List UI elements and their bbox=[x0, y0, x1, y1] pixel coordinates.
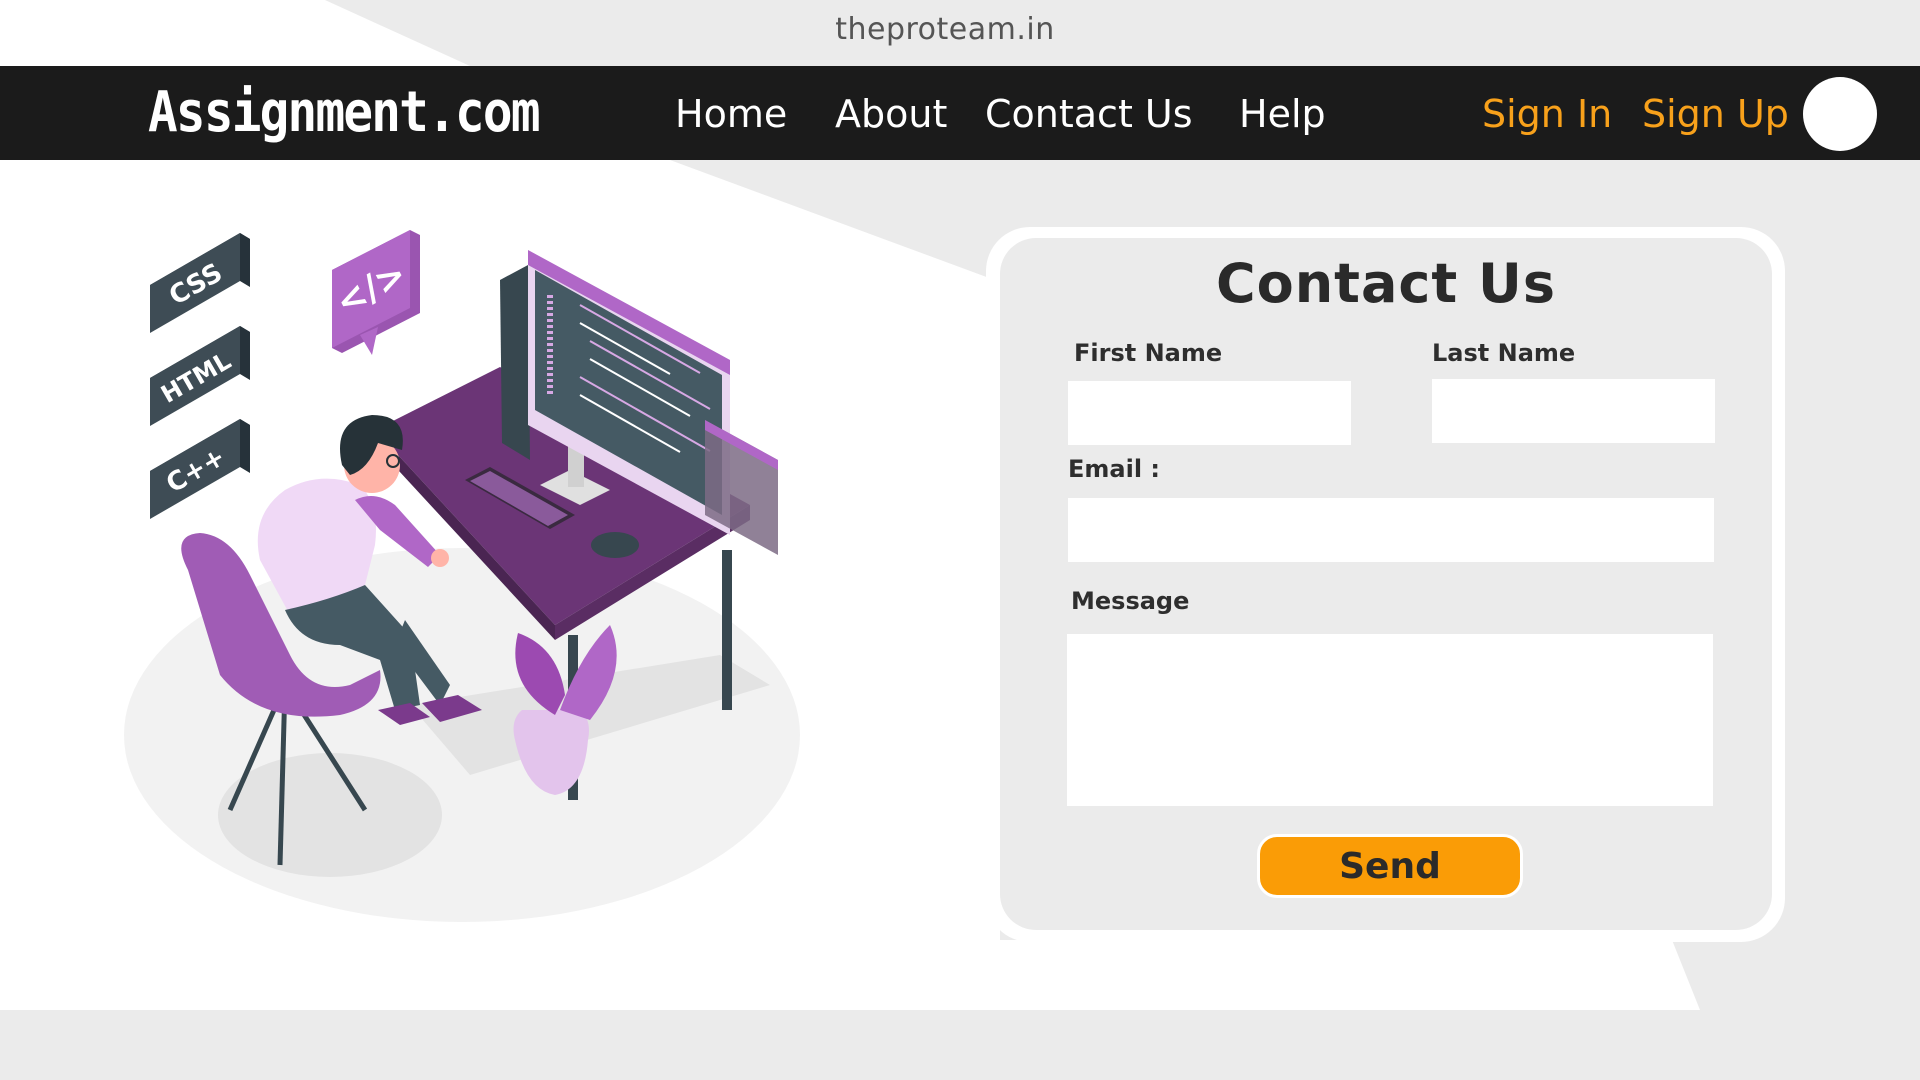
mouse bbox=[591, 532, 639, 558]
chair-shadow bbox=[218, 753, 442, 877]
watermark-text: theproteam.in bbox=[835, 12, 1055, 47]
navbar: Assignment.com Home About Contact Us Hel… bbox=[0, 66, 1920, 160]
contact-form: Contact Us First Name Last Name Email : … bbox=[1000, 238, 1772, 930]
nav-link-home[interactable]: Home bbox=[675, 92, 787, 136]
first-name-input[interactable] bbox=[1068, 381, 1351, 445]
html-badge: HTML bbox=[150, 326, 250, 426]
desk-leg bbox=[722, 550, 732, 710]
sign-in-link[interactable]: Sign In bbox=[1482, 92, 1612, 136]
monitor-bezel bbox=[500, 265, 530, 460]
email-label: Email : bbox=[1068, 455, 1161, 483]
email-input[interactable] bbox=[1068, 498, 1714, 562]
developer-illustration: CSS HTML C++ </> bbox=[124, 230, 800, 922]
first-name-label: First Name bbox=[1074, 339, 1223, 367]
avatar[interactable] bbox=[1803, 77, 1877, 151]
last-name-label: Last Name bbox=[1432, 339, 1576, 367]
send-button[interactable]: Send bbox=[1257, 834, 1523, 898]
nav-link-contact-us[interactable]: Contact Us bbox=[985, 92, 1193, 136]
code-bubble-icon: </> bbox=[329, 230, 420, 355]
person-hand bbox=[431, 549, 449, 567]
nav-link-about[interactable]: About bbox=[835, 92, 947, 136]
css-badge: CSS bbox=[150, 233, 250, 333]
nav-link-help[interactable]: Help bbox=[1239, 92, 1326, 136]
message-textarea[interactable] bbox=[1067, 634, 1713, 806]
form-title: Contact Us bbox=[1215, 252, 1557, 315]
message-label: Message bbox=[1071, 587, 1190, 615]
last-name-input[interactable] bbox=[1432, 379, 1715, 443]
site-logo[interactable]: Assignment.com bbox=[148, 80, 540, 145]
sign-up-link[interactable]: Sign Up bbox=[1642, 92, 1789, 136]
cpp-badge: C++ bbox=[150, 419, 250, 519]
